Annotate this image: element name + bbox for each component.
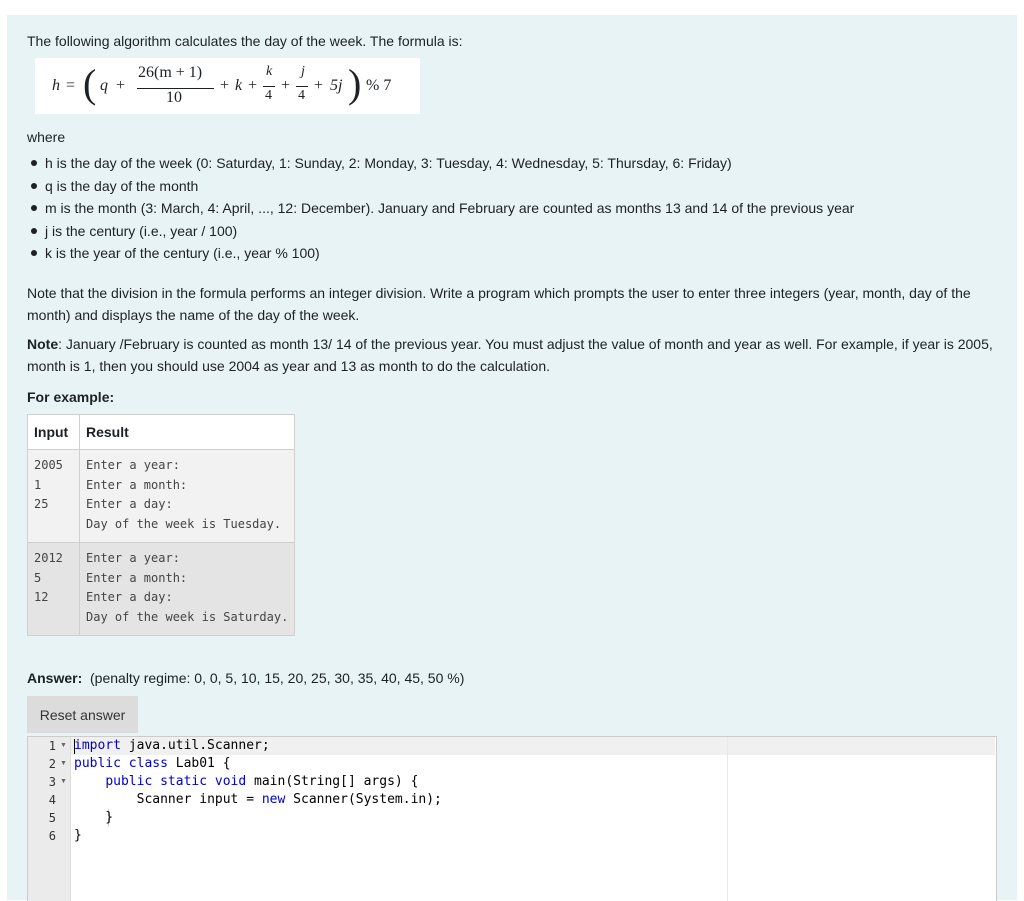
formula-plus-2: + [220, 77, 230, 94]
formula-q: q [100, 77, 108, 94]
formula-four-1: 4 [265, 88, 272, 103]
formula-j-numerator: j [301, 64, 305, 79]
formula-mod: % 7 [366, 77, 392, 94]
fold-arrow-icon[interactable]: ▼ [60, 773, 67, 791]
fold-arrow-icon[interactable]: ▼ [60, 737, 67, 755]
header-result: Result [78, 414, 296, 450]
code-text: java.util.Scanner; [120, 738, 270, 753]
line-number: 5 [48, 811, 56, 825]
formula-h: h [52, 77, 60, 94]
formula-numerator: 26(m + 1) [138, 64, 203, 81]
keyword: new [261, 792, 286, 807]
formula-paren-open: ( [83, 61, 97, 106]
code-line-4[interactable]: Scanner input = new Scanner(System.in); [74, 791, 442, 809]
note-label: Note [27, 336, 59, 352]
formula-fraction-line-2 [263, 86, 275, 87]
formula-plus-1: + [116, 77, 126, 94]
line-number: 3 [48, 775, 56, 789]
formula-k-numerator: k [266, 64, 273, 79]
line-number: 4 [48, 793, 56, 807]
code-line-5[interactable]: } [74, 809, 113, 827]
fold-arrow-icon[interactable]: ▼ [60, 755, 67, 773]
table-header-row: Input Result [27, 414, 296, 450]
definitions-list: h is the day of the week (0: Saturday, 1… [27, 152, 854, 265]
formula-k: k [235, 77, 243, 94]
line-number: 1 [48, 739, 56, 753]
definition-k: k is the year of the century (i.e., year… [30, 242, 854, 265]
definition-m: m is the month (3: March, 4: April, ...,… [30, 197, 854, 220]
line-number: 2 [48, 757, 56, 771]
examples-table: Input Result 2005 1 25 Enter a year: Ent… [27, 414, 296, 636]
formula-fraction-line-3 [296, 86, 308, 87]
question-panel: The following algorithm calculates the d… [7, 15, 1017, 901]
table-row: 2005 1 25 Enter a year: Enter a month: E… [27, 449, 296, 543]
formula-paren-close: ) [348, 61, 362, 106]
editor-gutter: 1 ▼ 2 ▼ 3 ▼ 4 5 6 [28, 737, 71, 901]
code-line-6[interactable]: } [74, 827, 82, 845]
note-text: : January /February is counted as month … [27, 336, 993, 374]
formula-plus-4: + [281, 77, 291, 94]
definition-q: q is the day of the month [30, 175, 854, 198]
code-line-1[interactable]: import java.util.Scanner; [74, 737, 270, 755]
result-cell: Enter a year: Enter a month: Enter a day… [78, 542, 296, 636]
input-cell: 2012 5 12 [27, 542, 80, 636]
formula-plus-3: + [248, 77, 258, 94]
keyword: import [74, 738, 121, 753]
definition-h: h is the day of the week (0: Saturday, 1… [30, 152, 854, 175]
intro-text: The following algorithm calculates the d… [27, 33, 463, 49]
code-text: main(String[] args) { [246, 774, 419, 789]
code-text: Scanner input = [136, 792, 262, 807]
code-text: Lab01 { [167, 756, 231, 771]
formula-plus-5: + [314, 77, 324, 94]
code-editor[interactable]: 1 ▼ 2 ▼ 3 ▼ 4 5 6 import java.util.Scann… [27, 736, 997, 901]
code-text: Scanner(System.in); [285, 792, 442, 807]
input-cell: 2005 1 25 [27, 449, 80, 543]
keyword: public class [74, 756, 168, 771]
line-number: 6 [48, 829, 56, 843]
formula-equals: = [66, 77, 76, 94]
reset-answer-button[interactable]: Reset answer [27, 696, 138, 733]
formula-denominator: 10 [166, 89, 182, 106]
formula-four-2: 4 [298, 88, 305, 103]
answer-label: Answer: [27, 670, 83, 686]
print-margin [727, 737, 728, 901]
january-note: Note: January /February is counted as mo… [27, 333, 997, 377]
code-line-2[interactable]: public class Lab01 { [74, 755, 231, 773]
definition-j: j is the century (i.e., year / 100) [30, 220, 854, 243]
where-text: where [27, 129, 66, 145]
penalty-regime: (penalty regime: 0, 0, 5, 10, 15, 20, 25… [90, 670, 465, 686]
formula-image: h = ( q + 26(m + 1) 10 + k + k 4 + j 4 +… [35, 58, 420, 114]
keyword: public static void [105, 774, 247, 789]
header-input: Input [27, 414, 80, 450]
formula-5j: 5j [330, 77, 343, 94]
division-note: Note that the division in the formula pe… [27, 285, 971, 323]
code-line-3[interactable]: public static void main(String[] args) { [74, 773, 418, 791]
for-example-heading: For example: [27, 389, 115, 405]
table-row: 2012 5 12 Enter a year: Enter a month: E… [27, 542, 296, 636]
answer-line: Answer: (penalty regime: 0, 0, 5, 10, 15… [27, 667, 464, 689]
result-cell: Enter a year: Enter a month: Enter a day… [78, 449, 296, 543]
